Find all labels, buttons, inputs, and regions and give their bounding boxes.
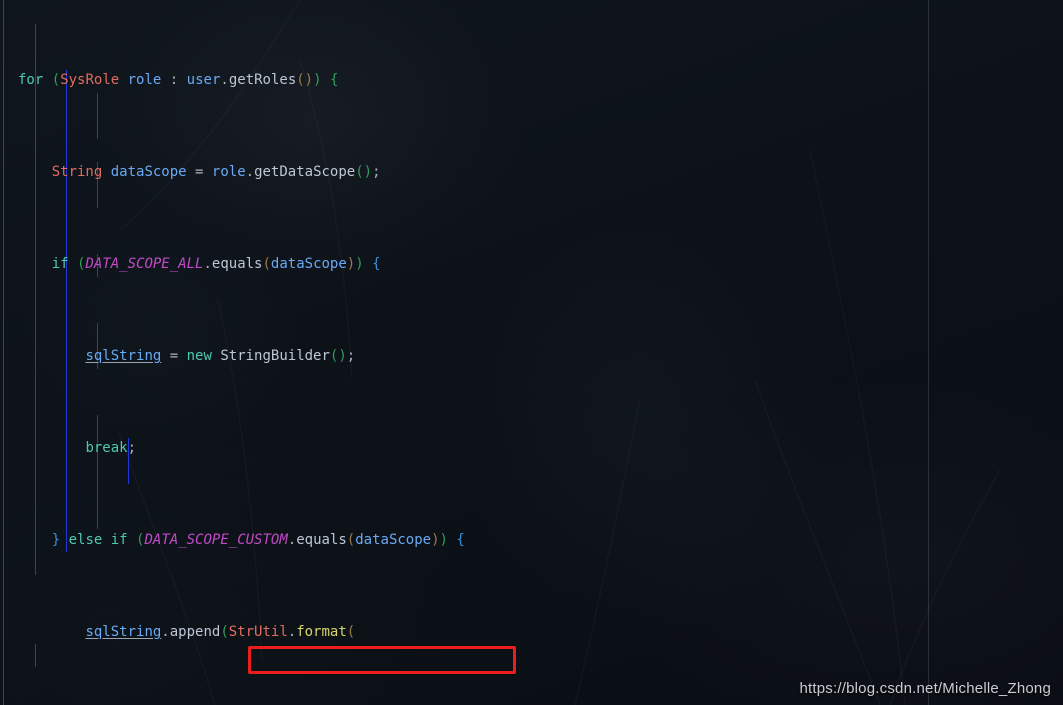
code-line[interactable]: } else if (DATA_SCOPE_CUSTOM.equals(data… xyxy=(0,529,1063,552)
code-line[interactable]: sqlString = new StringBuilder(); xyxy=(0,345,1063,368)
code-editor-surface[interactable]: for (SysRole role : user.getRoles()) { S… xyxy=(0,0,1063,705)
code-line[interactable]: break; xyxy=(0,437,1063,460)
code-line[interactable]: if (DATA_SCOPE_ALL.equals(dataScope)) { xyxy=(0,253,1063,276)
screenshot-root: for (SysRole role : user.getRoles()) { S… xyxy=(0,0,1063,705)
code-line[interactable]: sqlString.append(StrUtil.format( xyxy=(0,621,1063,644)
code-line[interactable]: for (SysRole role : user.getRoles()) { xyxy=(0,69,1063,92)
code-line[interactable]: String dataScope = role.getDataScope(); xyxy=(0,161,1063,184)
watermark-text: https://blog.csdn.net/Michelle_Zhong xyxy=(799,680,1051,697)
